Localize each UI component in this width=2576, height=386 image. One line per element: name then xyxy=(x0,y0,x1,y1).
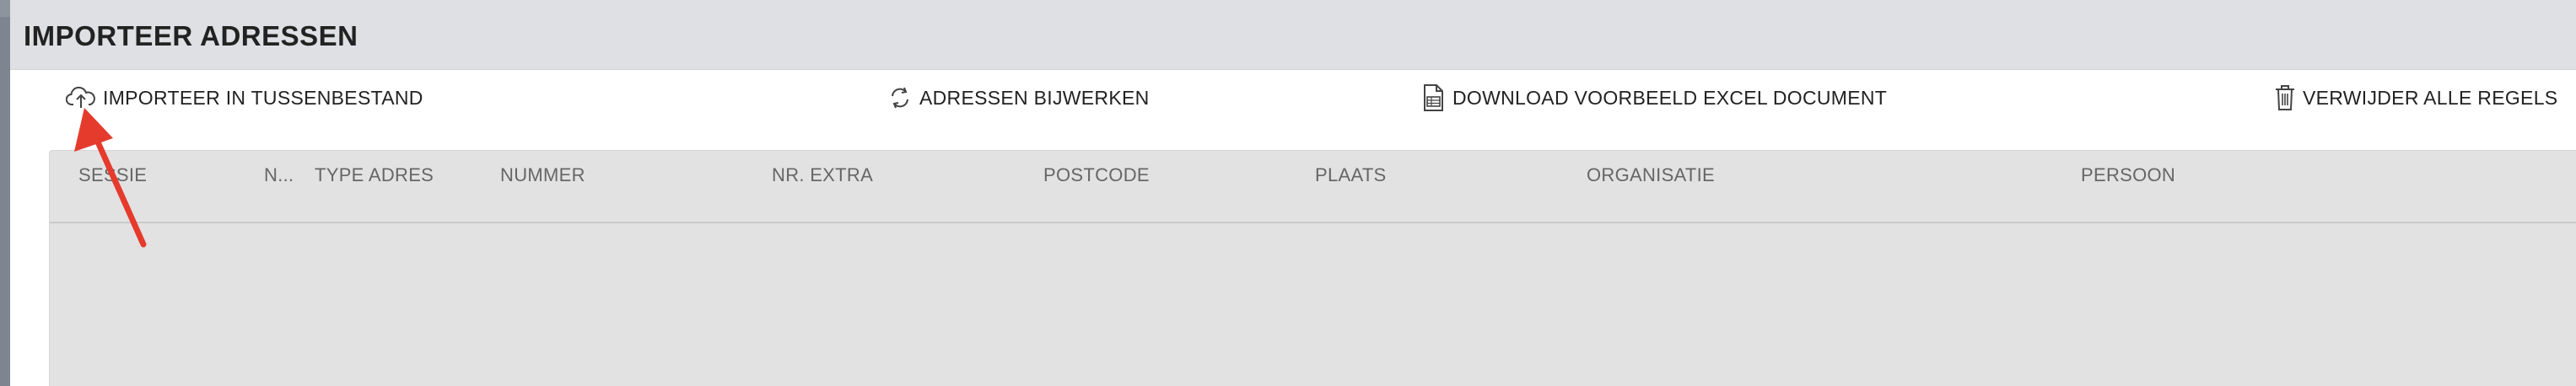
annotation-arrow-icon xyxy=(74,108,147,248)
